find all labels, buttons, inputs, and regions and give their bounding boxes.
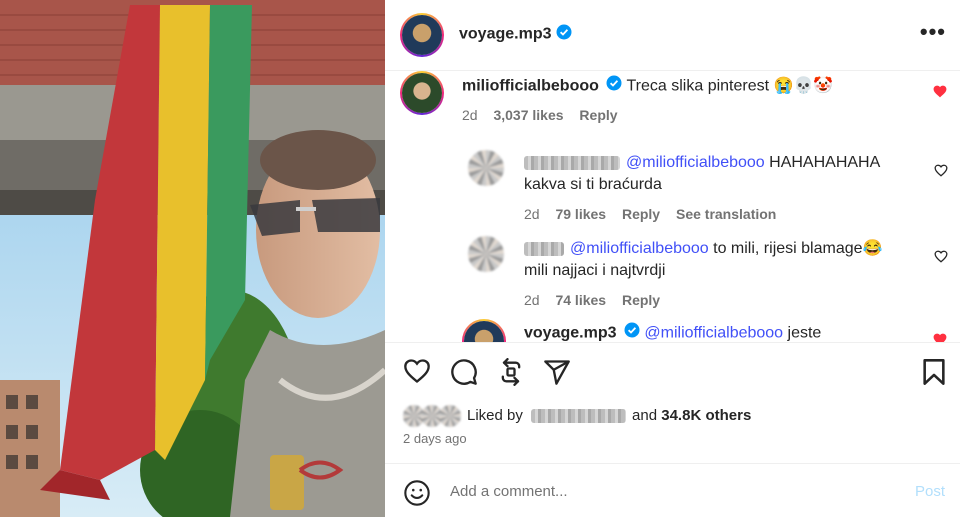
repost-icon[interactable] — [497, 358, 525, 391]
likes-and: and — [632, 407, 658, 424]
comment-icon[interactable] — [450, 358, 478, 391]
comment-input[interactable]: Add a comment... — [450, 483, 890, 500]
comment-like-heart-icon[interactable] — [934, 250, 948, 268]
add-comment-bar: Add a comment... Post — [385, 463, 960, 517]
comment-text-line2: mili najjaci i najtvrdji — [524, 262, 666, 279]
commenter-avatar[interactable] — [468, 236, 504, 272]
comment-likes[interactable]: 74 likes — [555, 292, 606, 308]
post-panel: voyage.mp3 ••• miliofficialbebooo Treca … — [385, 0, 960, 517]
see-translation-link[interactable]: See translation — [676, 206, 776, 222]
post-date[interactable]: 2 days ago — [403, 431, 467, 446]
liker-avatars[interactable] — [403, 405, 461, 427]
verified-badge-icon — [606, 75, 622, 98]
post-actions: Liked by and 34.8K others 2 days ago — [385, 342, 960, 464]
comment-likes[interactable]: 3,037 likes — [493, 107, 563, 123]
commenter-avatar[interactable] — [468, 150, 504, 186]
heart-icon[interactable] — [403, 358, 431, 389]
emoji-icon[interactable] — [403, 479, 431, 512]
comment-time[interactable]: 2d — [524, 292, 540, 308]
liked-by-label: Liked by — [467, 407, 523, 424]
author-username[interactable]: voyage.mp3 — [459, 26, 551, 43]
comment-reply-item: @miliofficialbebooo to mili, rijesi blam… — [385, 233, 960, 313]
comment-time[interactable]: 2d — [462, 107, 478, 123]
author-avatar[interactable] — [400, 13, 444, 57]
comment-username[interactable]: miliofficialbebooo — [462, 78, 599, 95]
comment-time[interactable]: 2d — [524, 206, 540, 222]
comment-like-heart-icon[interactable] — [933, 333, 947, 342]
blurred-username[interactable] — [524, 241, 564, 256]
commenter-avatar[interactable] — [462, 319, 506, 342]
comment-reply-item: voyage.mp3 @miliofficialbebooo jeste — [385, 317, 960, 342]
comment-text-line2: kakva si ti braćurda — [524, 176, 662, 193]
comment-username[interactable]: voyage.mp3 — [524, 325, 616, 342]
post-photo[interactable] — [0, 0, 385, 517]
comment-text: jeste — [783, 324, 822, 342]
post-header: voyage.mp3 ••• — [385, 0, 960, 71]
verified-badge-icon — [556, 24, 572, 45]
liked-by-row: Liked by and 34.8K others — [403, 405, 903, 427]
verified-badge-icon — [624, 322, 640, 342]
blurred-username[interactable] — [524, 155, 620, 170]
comment-like-heart-icon[interactable] — [933, 85, 947, 103]
reply-button[interactable]: Reply — [622, 206, 660, 222]
bookmark-icon[interactable] — [922, 358, 946, 391]
commenter-avatar[interactable] — [400, 71, 444, 115]
blurred-liker-name[interactable] — [531, 409, 627, 424]
likes-count[interactable]: 34.8K others — [661, 407, 751, 424]
comment-item: miliofficialbebooo Treca slika pinterest… — [385, 71, 960, 141]
comment-mention[interactable]: @miliofficialbebooo — [644, 325, 783, 342]
comment-reply-item: @miliofficialbebooo HAHAHAHAHA kakva si … — [385, 147, 960, 227]
comments-list[interactable]: miliofficialbebooo Treca slika pinterest… — [385, 71, 960, 342]
comment-like-heart-icon[interactable] — [934, 164, 948, 182]
reply-button[interactable]: Reply — [579, 107, 617, 123]
reply-button[interactable]: Reply — [622, 292, 660, 308]
comment-text: to mili, rijesi blamage😂 — [708, 240, 883, 257]
share-icon[interactable] — [543, 358, 571, 391]
comment-likes[interactable]: 79 likes — [555, 206, 606, 222]
post-button[interactable]: Post — [915, 483, 945, 500]
comment-text: Treca slika pinterest 😭💀🤡 — [626, 77, 834, 95]
comment-mention[interactable]: @miliofficialbebooo — [570, 240, 709, 257]
comment-mention[interactable]: @miliofficialbebooo — [626, 154, 765, 171]
comment-text: HAHAHAHAHA — [764, 154, 881, 171]
more-options-icon[interactable]: ••• — [920, 21, 946, 43]
